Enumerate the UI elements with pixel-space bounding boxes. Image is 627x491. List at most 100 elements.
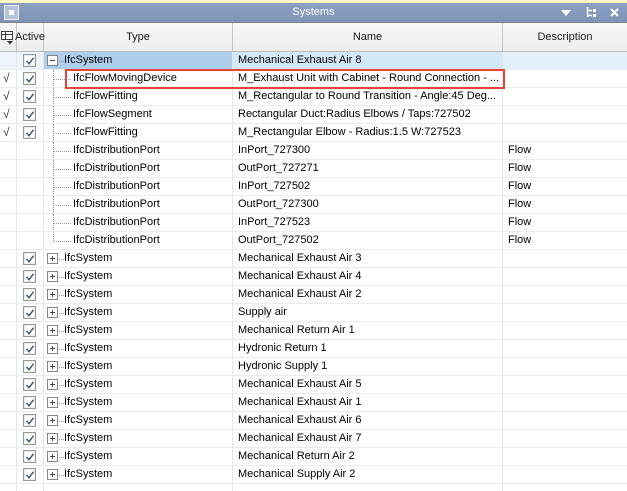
close-button[interactable] xyxy=(607,6,621,20)
type-cell: IfcSystem xyxy=(44,340,233,358)
name-label: Mechanical Return Air 2 xyxy=(238,448,355,465)
table-row[interactable]: IfcSystem Mechanical Exhaust Air 1 xyxy=(0,394,627,412)
expander-icon[interactable] xyxy=(47,451,58,462)
description-label: Flow xyxy=(508,232,531,249)
table-row[interactable]: IfcSystem Mechanical Exhaust Air 4 xyxy=(0,268,627,286)
active-checkbox[interactable] xyxy=(23,324,36,337)
type-label: IfcSystem xyxy=(64,394,112,411)
active-cell xyxy=(17,160,44,178)
table-row[interactable]: IfcDistributionPort InPort_727523 Flow xyxy=(0,214,627,232)
type-cell: IfcDistributionPort xyxy=(44,214,233,232)
active-checkbox[interactable] xyxy=(23,126,36,139)
type-label: IfcSystem xyxy=(64,448,112,465)
table-row[interactable]: √ IfcFlowSegment Rectangular Duct:Radius… xyxy=(0,106,627,124)
expander-icon[interactable] xyxy=(47,325,58,336)
active-cell xyxy=(17,106,44,124)
table-row[interactable]: IfcSystem Mechanical Return Air 2 xyxy=(0,448,627,466)
table-row[interactable]: IfcSystem Mechanical Exhaust Air 2 xyxy=(0,286,627,304)
active-checkbox[interactable] xyxy=(23,72,36,85)
active-checkbox[interactable] xyxy=(23,306,36,319)
table-row[interactable]: IfcSystem Hydronic Return 1 xyxy=(0,340,627,358)
table-row[interactable]: IfcDistributionPort OutPort_727300 Flow xyxy=(0,196,627,214)
dock-button[interactable] xyxy=(583,6,597,20)
description-cell xyxy=(503,394,627,412)
active-checkbox[interactable] xyxy=(23,342,36,355)
column-header-type[interactable]: Type xyxy=(44,23,233,51)
checkbox-check-icon xyxy=(25,398,35,408)
type-label: IfcFlowMovingDevice xyxy=(73,70,177,87)
tree-line-horizontal xyxy=(54,79,71,80)
expander-icon[interactable] xyxy=(47,307,58,318)
table-row[interactable]: IfcDistributionPort InPort_727502 Flow xyxy=(0,178,627,196)
active-checkbox[interactable] xyxy=(23,360,36,373)
expander-icon[interactable] xyxy=(47,289,58,300)
column-header-description[interactable]: Description xyxy=(503,23,627,51)
table-row[interactable]: IfcSystem Mechanical Exhaust Air 5 xyxy=(0,376,627,394)
name-label: OutPort_727300 xyxy=(238,196,319,213)
table-row[interactable]: IfcSystem Mechanical Return Air 1 xyxy=(0,322,627,340)
table-row[interactable]: IfcDistributionPort InPort_727300 Flow xyxy=(0,142,627,160)
tree-line-horizontal xyxy=(54,223,71,224)
active-cell xyxy=(17,268,44,286)
expander-icon[interactable] xyxy=(47,361,58,372)
expander-icon[interactable] xyxy=(47,253,58,264)
type-cell: IfcSystem xyxy=(44,412,233,430)
active-checkbox[interactable] xyxy=(23,54,36,67)
table-row[interactable]: IfcSystem Mechanical Exhaust Air 7 xyxy=(0,430,627,448)
flag-cell: √ xyxy=(0,124,17,142)
expander-icon[interactable] xyxy=(47,271,58,282)
table-row[interactable]: IfcSystem Mechanical Exhaust Air 6 xyxy=(0,412,627,430)
name-cell: Mechanical Return Air 1 xyxy=(233,322,503,340)
type-label: IfcDistributionPort xyxy=(73,142,160,159)
name-label: M_Rectangular to Round Transition - Angl… xyxy=(238,88,496,105)
active-checkbox[interactable] xyxy=(23,288,36,301)
active-checkbox[interactable] xyxy=(23,396,36,409)
description-label: Flow xyxy=(508,178,531,195)
field-chooser-icon xyxy=(1,30,15,45)
table-row[interactable]: IfcDistributionPort OutPort_727271 Flow xyxy=(0,160,627,178)
flag-cell xyxy=(0,322,17,340)
flag-cell xyxy=(0,52,17,70)
description-cell: Flow xyxy=(503,232,627,250)
name-label: Mechanical Supply Air 2 xyxy=(238,466,355,483)
type-label: IfcSystem xyxy=(64,340,112,357)
active-cell xyxy=(17,52,44,70)
table-row[interactable]: √ IfcFlowFitting M_Rectangular to Round … xyxy=(0,88,627,106)
expander-icon[interactable] xyxy=(47,433,58,444)
expander-icon[interactable] xyxy=(47,397,58,408)
active-checkbox[interactable] xyxy=(23,450,36,463)
active-checkbox[interactable] xyxy=(23,252,36,265)
active-checkbox[interactable] xyxy=(23,378,36,391)
name-cell: Hydronic Supply 1 xyxy=(233,358,503,376)
active-cell xyxy=(17,322,44,340)
expander-icon[interactable] xyxy=(47,343,58,354)
panel-menu-button[interactable] xyxy=(559,6,573,20)
active-checkbox[interactable] xyxy=(23,432,36,445)
type-label: IfcFlowFitting xyxy=(73,88,138,105)
column-header-active[interactable]: Active xyxy=(17,23,44,51)
table-row[interactable]: IfcSystem Mechanical Supply Air 2 xyxy=(0,466,627,484)
active-checkbox[interactable] xyxy=(23,468,36,481)
empty-cell xyxy=(17,484,44,491)
column-header-name[interactable]: Name xyxy=(233,23,503,51)
panel-titlebar[interactable]: Systems xyxy=(0,3,627,22)
active-checkbox[interactable] xyxy=(23,90,36,103)
table-row[interactable]: IfcSystem Mechanical Exhaust Air 8 xyxy=(0,52,627,70)
expander-icon[interactable] xyxy=(47,379,58,390)
table-row[interactable]: IfcSystem Mechanical Exhaust Air 3 xyxy=(0,250,627,268)
expander-icon[interactable] xyxy=(47,469,58,480)
systems-panel: Systems xyxy=(0,0,627,491)
chevron-down-icon xyxy=(561,10,571,16)
active-checkbox[interactable] xyxy=(23,414,36,427)
table-row[interactable]: IfcSystem Hydronic Supply 1 xyxy=(0,358,627,376)
flag-cell xyxy=(0,376,17,394)
table-row[interactable]: √ IfcFlowMovingDevice M_Exhaust Unit wit… xyxy=(0,70,627,88)
table-row[interactable]: √ IfcFlowFitting M_Rectangular Elbow - R… xyxy=(0,124,627,142)
expander-icon[interactable] xyxy=(47,415,58,426)
table-row[interactable]: IfcDistributionPort OutPort_727502 Flow xyxy=(0,232,627,250)
expander-icon[interactable] xyxy=(47,55,58,66)
name-label: Rectangular Duct:Radius Elbows / Taps:72… xyxy=(238,106,471,123)
table-row[interactable]: IfcSystem Supply air xyxy=(0,304,627,322)
active-checkbox[interactable] xyxy=(23,108,36,121)
active-checkbox[interactable] xyxy=(23,270,36,283)
